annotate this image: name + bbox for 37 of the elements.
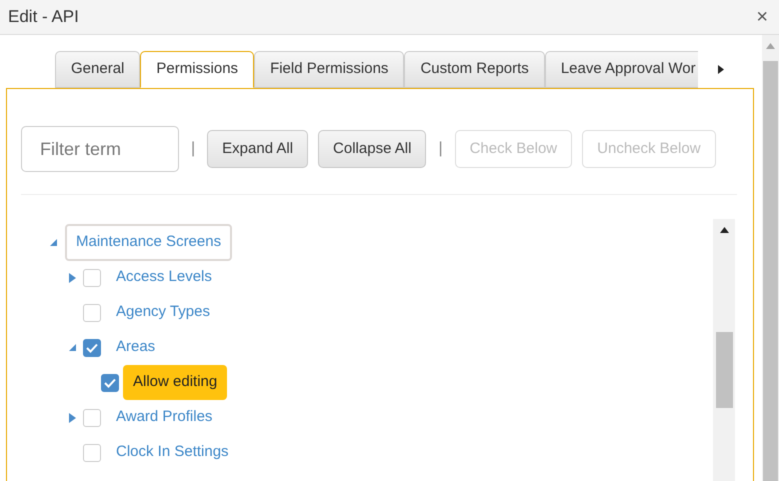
scrollbar[interactable] [762, 35, 779, 481]
tab[interactable]: Custom Reports [404, 51, 545, 88]
expand-arrow-icon[interactable] [69, 412, 76, 422]
tab[interactable]: Field Permissions [254, 51, 404, 88]
toolbar-button[interactable]: Collapse All [318, 130, 426, 168]
tab[interactable]: Permissions [140, 51, 254, 88]
scrollbar[interactable] [713, 219, 735, 481]
close-button[interactable]: × [756, 7, 771, 27]
tree-node[interactable]: Clock In Settings [106, 435, 239, 470]
expand-arrow-icon[interactable] [69, 272, 76, 282]
tree-node[interactable]: Agency Types [106, 295, 220, 330]
checkmark-icon [86, 342, 98, 352]
checkbox[interactable] [101, 374, 119, 392]
tab[interactable]: Leave Approval Wor [544, 51, 698, 88]
checkbox[interactable] [83, 268, 101, 286]
tree-node[interactable]: Access Levels [106, 260, 222, 295]
checkbox[interactable] [83, 444, 101, 462]
toolbar-button[interactable]: Expand All [207, 130, 308, 168]
tree-node[interactable]: Areas [106, 330, 166, 365]
checkbox[interactable] [83, 408, 101, 426]
tree-node[interactable]: Award Profiles [106, 400, 222, 435]
scroll-up-icon[interactable] [720, 227, 728, 233]
scrollbar-thumb[interactable] [763, 61, 778, 481]
checkbox[interactable] [83, 304, 101, 322]
checkmark-icon [104, 378, 116, 388]
scrollbar-thumb[interactable] [716, 332, 732, 408]
separator: | [438, 139, 443, 159]
separator: | [191, 139, 196, 159]
scroll-right-icon[interactable] [718, 65, 724, 74]
collapse-arrow-icon[interactable] [50, 239, 57, 246]
tab[interactable]: General [55, 51, 140, 88]
collapse-arrow-icon[interactable] [69, 344, 76, 351]
tree-node[interactable]: Maintenance Screens [65, 224, 232, 261]
window-title: Edit - API [8, 6, 79, 28]
filter-field[interactable]: Filter term [21, 126, 179, 172]
tree-node[interactable]: Allow editing [123, 365, 228, 400]
checkbox[interactable] [83, 338, 101, 356]
